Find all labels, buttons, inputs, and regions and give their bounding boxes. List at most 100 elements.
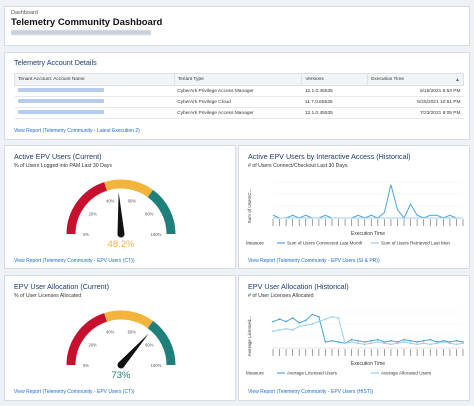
gauge-band-1 bbox=[104, 179, 154, 198]
panel-title: EPV User Allocation (Current) bbox=[14, 282, 110, 291]
data-point bbox=[396, 342, 399, 345]
data-point bbox=[422, 342, 425, 345]
data-point bbox=[357, 342, 360, 345]
gauge-value-label: 48.2% bbox=[108, 239, 135, 250]
data-point bbox=[317, 315, 320, 318]
gauge-tick-label: 40% bbox=[106, 330, 115, 335]
column-header-account[interactable]: Tenant Account: Account Name bbox=[14, 73, 175, 86]
series-line-0 bbox=[272, 184, 463, 219]
panel-subtitle: % of Users Logged into PAM Last 30 Days bbox=[14, 163, 112, 169]
gauge-band-0 bbox=[66, 313, 108, 366]
gauge-band-1 bbox=[104, 310, 154, 329]
data-point bbox=[304, 324, 307, 327]
y-axis-label: Sum of UsersC... bbox=[247, 189, 252, 224]
tenant-type-cell: CyberArk Privilege Access Manager bbox=[174, 107, 302, 119]
account-name-link[interactable] bbox=[14, 96, 175, 108]
data-point bbox=[422, 339, 425, 342]
data-point bbox=[435, 342, 438, 345]
data-point bbox=[363, 343, 366, 346]
data-point bbox=[442, 341, 445, 343]
version-cell: 12.1.0.45535 bbox=[301, 85, 368, 97]
data-point bbox=[455, 343, 458, 346]
data-point bbox=[311, 323, 314, 325]
time-cell: 7/23/2021 8:05 PM bbox=[367, 107, 464, 119]
account-name-link[interactable] bbox=[14, 107, 175, 119]
data-point bbox=[344, 342, 346, 345]
epv-allocation-gauge-panel: EPV User Allocation (Current) % of User … bbox=[4, 275, 236, 401]
data-point bbox=[409, 339, 412, 342]
view-report-link[interactable]: View Report (Telemetry Community - EPV U… bbox=[14, 389, 135, 395]
active-epv-gauge-panel: Active EPV Users (Current) % of Users Lo… bbox=[4, 145, 236, 269]
legend-item: Average Allocated Users bbox=[381, 371, 432, 376]
page-title: Telemetry Community Dashboard bbox=[11, 17, 163, 28]
data-point bbox=[291, 317, 294, 319]
gauge-tick-label: 0% bbox=[83, 363, 89, 368]
data-point bbox=[370, 339, 373, 342]
view-report-link[interactable]: View Report (Telemetry Community - EPV U… bbox=[248, 258, 380, 264]
legend-title: Measure bbox=[246, 371, 264, 376]
data-point bbox=[390, 339, 392, 342]
data-point bbox=[376, 338, 379, 341]
active-epv-history-chart: Sum of UsersC... Execution Time Measure Sum… bbox=[246, 181, 464, 246]
data-point bbox=[272, 320, 274, 323]
data-point bbox=[455, 339, 458, 342]
data-point bbox=[376, 341, 379, 343]
data-point bbox=[324, 341, 327, 343]
data-point bbox=[278, 329, 281, 331]
view-report-link[interactable]: View Report (Telemetry Community - Lates… bbox=[14, 128, 140, 134]
gauge-needle-hub bbox=[117, 230, 125, 238]
panel-title: Telemetry Account Details bbox=[14, 58, 97, 67]
account-name-link[interactable] bbox=[14, 85, 175, 97]
account-details-panel: Telemetry Account Details Tenant Account… bbox=[4, 52, 470, 140]
data-point bbox=[390, 343, 392, 346]
version-cell: 12.1.0.45535 bbox=[301, 107, 368, 119]
x-axis-label: Execution Time bbox=[351, 361, 385, 367]
data-point bbox=[317, 320, 320, 323]
view-report-link[interactable]: View Report (Telemetry Community - EPV U… bbox=[248, 389, 373, 395]
y-axis-label: Average Licensed... bbox=[247, 316, 252, 357]
breadcrumb[interactable]: Dashboard bbox=[11, 10, 463, 17]
view-report-link[interactable]: View Report (Telemetry Community - EPV U… bbox=[14, 258, 135, 264]
gauge-tick-label: 60% bbox=[128, 330, 137, 335]
active-epv-history-panel: Active EPV Users by Interactive Access (… bbox=[238, 145, 470, 269]
gauge-tick-label: 20% bbox=[88, 211, 97, 216]
gauge-tick-label: 80% bbox=[145, 342, 154, 347]
redacted-subtitle bbox=[11, 30, 151, 35]
sort-arrow-icon[interactable]: ▲ bbox=[455, 77, 460, 83]
panel-title: Active EPV Users by Interactive Access (… bbox=[248, 152, 411, 161]
data-point bbox=[311, 313, 314, 316]
data-point bbox=[409, 342, 412, 345]
data-point bbox=[324, 318, 327, 321]
data-point bbox=[403, 338, 405, 341]
data-point bbox=[370, 342, 373, 345]
panel-title: EPV User Allocation (Historical) bbox=[248, 282, 349, 291]
tenant-type-cell: CyberArk Privilege Cloud bbox=[174, 96, 302, 108]
data-point bbox=[429, 338, 432, 341]
data-point bbox=[278, 318, 281, 321]
column-header-time[interactable]: Execution Time ▲ bbox=[367, 73, 464, 86]
legend-title: Measure bbox=[246, 241, 264, 246]
data-point bbox=[448, 342, 451, 345]
time-cell: 6/15/2021 6:53 PM bbox=[367, 85, 464, 97]
legend-item: Average Licensed Users bbox=[287, 371, 338, 376]
gauge-tick-label: 60% bbox=[128, 199, 137, 204]
data-point bbox=[350, 338, 353, 341]
data-point bbox=[363, 341, 366, 343]
gauge-tick-label: 80% bbox=[145, 211, 154, 216]
data-point bbox=[337, 341, 340, 343]
table-row: CyberArk Privilege Cloud 11.7.0.65535 5/… bbox=[14, 96, 464, 108]
table-row: CyberArk Privilege Access Manager 12.1.0… bbox=[14, 85, 464, 97]
gauge-tick-label: 100% bbox=[151, 232, 162, 237]
data-point bbox=[304, 319, 307, 322]
column-header-type[interactable]: Tenant Type bbox=[173, 73, 303, 86]
epv-allocation-history-chart: Average Licensed... Execution Time Measure… bbox=[246, 311, 464, 376]
data-point bbox=[357, 339, 360, 342]
data-point bbox=[331, 339, 333, 342]
column-header-version[interactable]: Versions bbox=[301, 73, 369, 86]
data-point bbox=[291, 329, 294, 331]
series-line-0 bbox=[272, 313, 464, 344]
series-line-1 bbox=[272, 316, 464, 345]
data-point bbox=[350, 341, 353, 343]
gauge-tick-label: 20% bbox=[88, 342, 97, 347]
tenant-type-cell: CyberArk Privilege Access Manager bbox=[174, 85, 302, 97]
